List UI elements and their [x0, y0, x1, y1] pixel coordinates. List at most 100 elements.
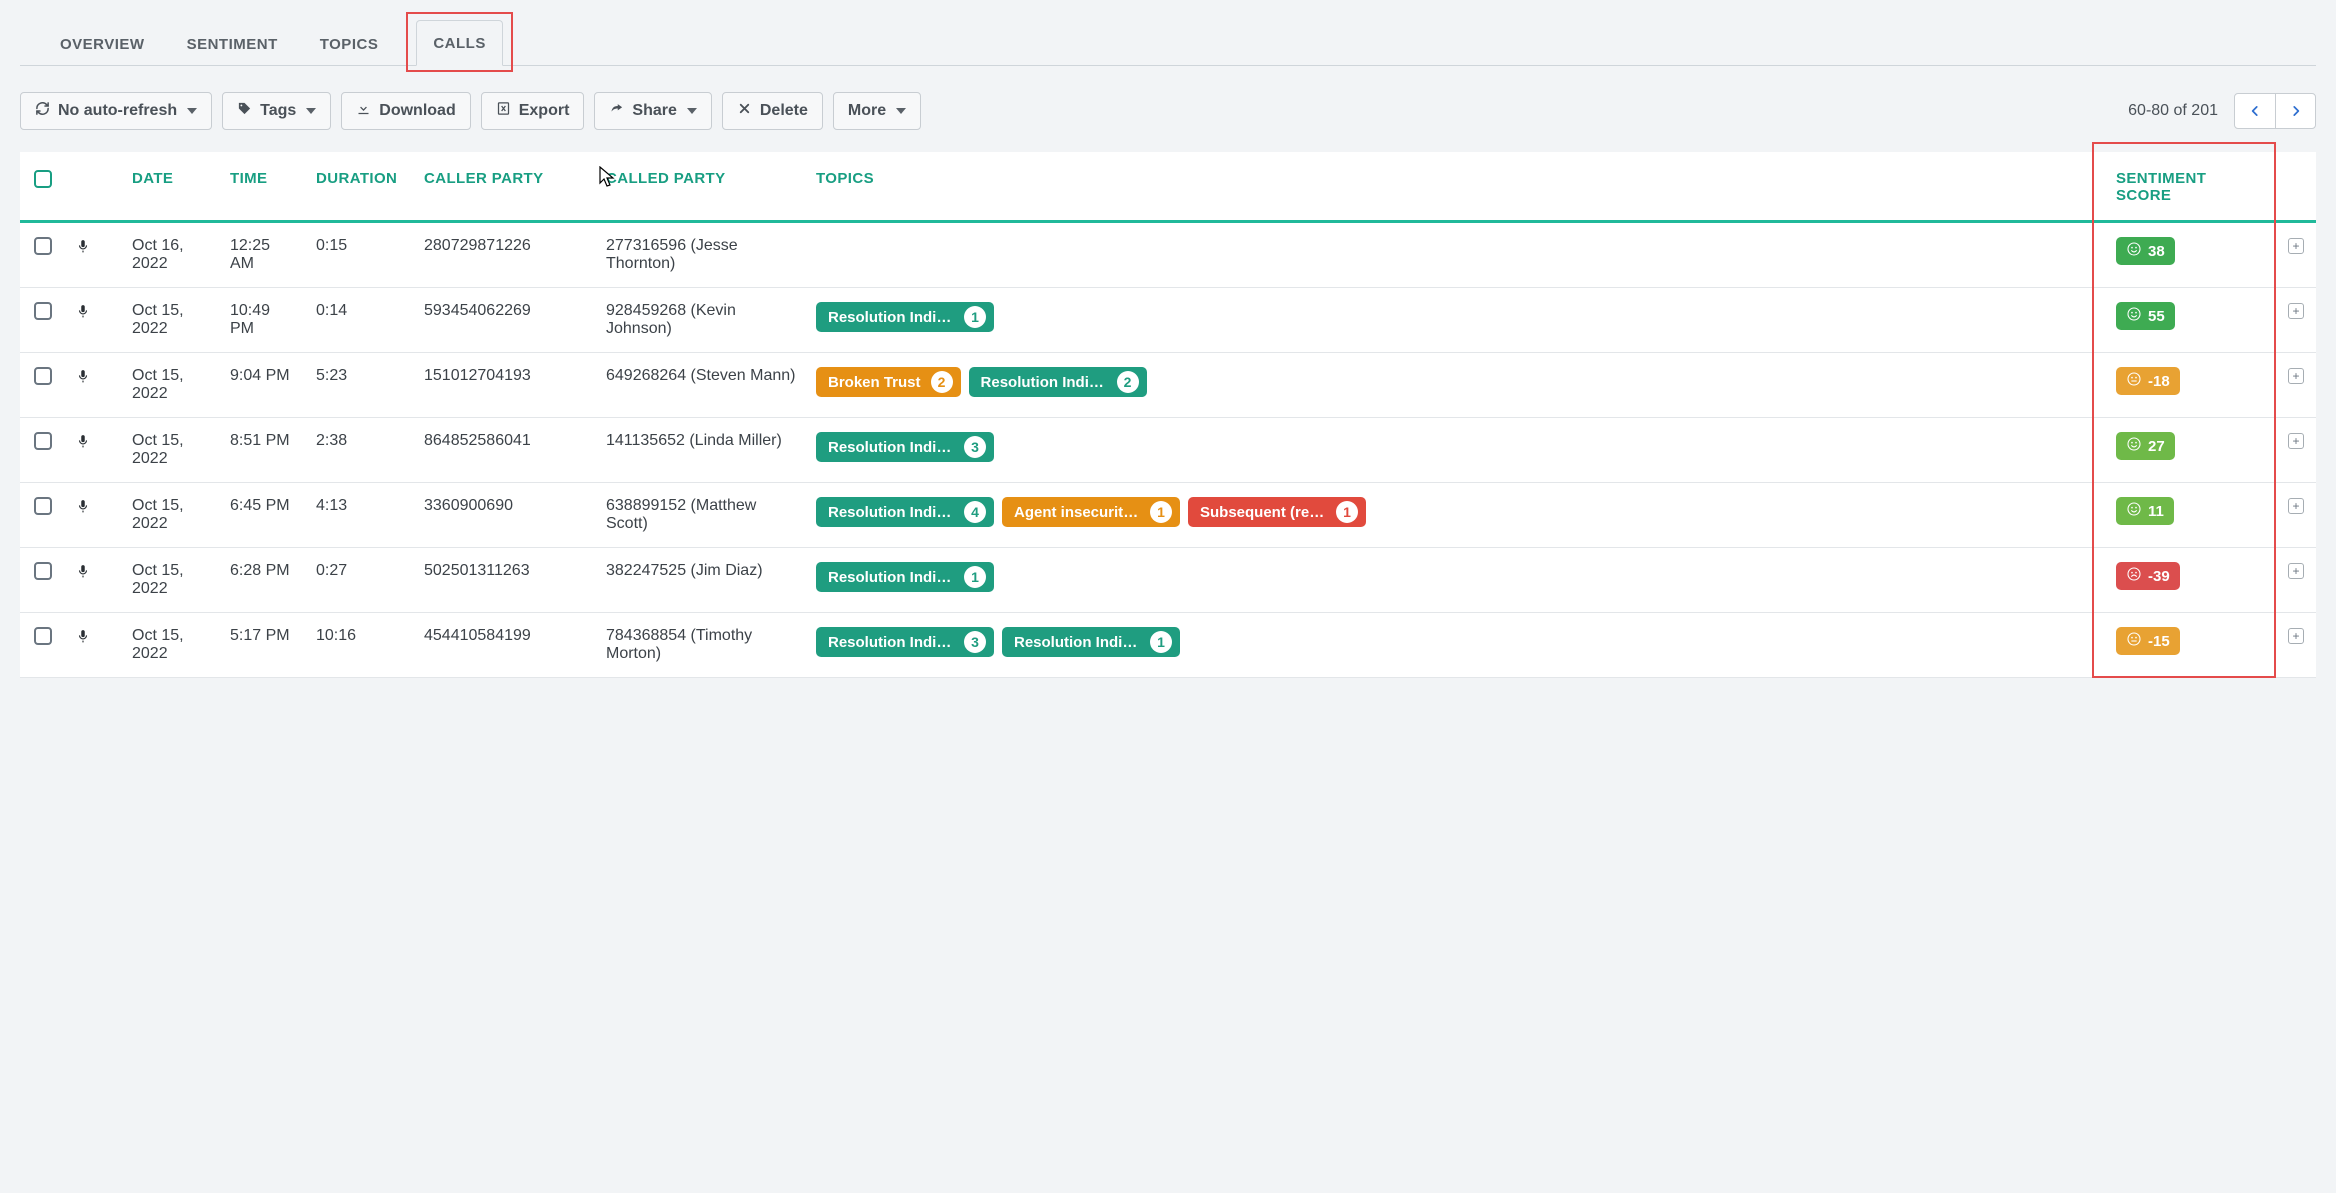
topic-badge[interactable]: Resolution Indic…3 — [816, 432, 994, 462]
expand-row-button[interactable]: + — [2288, 238, 2304, 254]
sentiment-pill[interactable]: -15 — [2116, 627, 2180, 655]
tab-topics[interactable]: TOPICS — [316, 22, 383, 65]
cell-called: 277316596 (Jesse Thornton) — [596, 222, 806, 288]
cell-time: 9:04 PM — [220, 353, 306, 418]
row-checkbox[interactable] — [34, 367, 52, 385]
expand-row-button[interactable]: + — [2288, 368, 2304, 384]
sentiment-pill[interactable]: 55 — [2116, 302, 2175, 330]
topic-count: 1 — [964, 566, 986, 588]
table-row[interactable]: Oct 16, 202212:25 AM0:152807298712262773… — [20, 222, 2316, 288]
microphone-icon[interactable] — [76, 242, 90, 259]
delete-button[interactable]: Delete — [722, 92, 823, 130]
col-topics[interactable]: TOPICS — [806, 152, 2106, 222]
pager-prev-button[interactable] — [2235, 94, 2275, 128]
microphone-icon[interactable] — [76, 307, 90, 324]
sentiment-face-icon — [2126, 241, 2142, 261]
microphone-icon[interactable] — [76, 632, 90, 649]
tags-button[interactable]: Tags — [222, 92, 331, 130]
tab-overview[interactable]: OVERVIEW — [56, 22, 149, 65]
table-row[interactable]: Oct 15, 20229:04 PM5:2315101270419364926… — [20, 353, 2316, 418]
topic-count: 1 — [964, 306, 986, 328]
topic-badge[interactable]: Resolution Indic…1 — [1002, 627, 1180, 657]
expand-row-button[interactable]: + — [2288, 303, 2304, 319]
cell-caller: 454410584199 — [414, 613, 596, 678]
table-row[interactable]: Oct 15, 20225:17 PM10:164544105841997843… — [20, 613, 2316, 678]
microphone-icon[interactable] — [76, 372, 90, 389]
topic-badge[interactable]: Resolution Indic…4 — [816, 497, 994, 527]
table-row[interactable]: Oct 15, 20226:28 PM0:2750250131126338224… — [20, 548, 2316, 613]
microphone-icon[interactable] — [76, 567, 90, 584]
topic-badge[interactable]: Agent insecuriti…1 — [1002, 497, 1180, 527]
download-button[interactable]: Download — [341, 92, 470, 130]
share-button[interactable]: Share — [594, 92, 711, 130]
topic-badge[interactable]: Resolution Indic…3 — [816, 627, 994, 657]
sentiment-face-icon — [2126, 436, 2142, 456]
caret-down-icon — [687, 108, 697, 114]
col-date[interactable]: DATE — [122, 152, 220, 222]
col-duration[interactable]: DURATION — [306, 152, 414, 222]
export-button[interactable]: Export — [481, 92, 585, 130]
topic-label: Resolution Indic… — [1014, 634, 1140, 651]
sentiment-face-icon — [2126, 631, 2142, 651]
tab-calls[interactable]: CALLS — [416, 20, 503, 66]
sentiment-pill[interactable]: 27 — [2116, 432, 2175, 460]
topic-count: 2 — [931, 371, 953, 393]
microphone-icon[interactable] — [76, 437, 90, 454]
sentiment-value: -15 — [2148, 633, 2170, 650]
row-checkbox[interactable] — [34, 302, 52, 320]
topic-badge[interactable]: Subsequent (repe…1 — [1188, 497, 1366, 527]
table-row[interactable]: Oct 15, 20226:45 PM4:1333609006906388991… — [20, 483, 2316, 548]
sentiment-pill[interactable]: -18 — [2116, 367, 2180, 395]
more-button[interactable]: More — [833, 92, 921, 130]
col-sentiment[interactable]: SENTIMENT SCORE — [2106, 152, 2276, 222]
sentiment-value: -39 — [2148, 568, 2170, 585]
cell-called: 141135652 (Linda Miller) — [596, 418, 806, 483]
topic-badge[interactable]: Broken Trust2 — [816, 367, 961, 397]
expand-row-button[interactable]: + — [2288, 498, 2304, 514]
microphone-icon[interactable] — [76, 502, 90, 519]
cell-duration: 0:14 — [306, 288, 414, 353]
tags-label: Tags — [260, 102, 296, 120]
sentiment-pill[interactable]: 38 — [2116, 237, 2175, 265]
caret-down-icon — [896, 108, 906, 114]
tab-sentiment[interactable]: SENTIMENT — [183, 22, 282, 65]
topic-label: Resolution Indic… — [828, 309, 954, 326]
cell-sentiment: 38 — [2106, 222, 2276, 288]
col-called[interactable]: CALLED PARTY — [596, 152, 806, 222]
table-row[interactable]: Oct 15, 20228:51 PM2:3886485258604114113… — [20, 418, 2316, 483]
col-caller[interactable]: CALLER PARTY — [414, 152, 596, 222]
row-checkbox[interactable] — [34, 497, 52, 515]
sentiment-pill[interactable]: 11 — [2116, 497, 2174, 525]
sentiment-value: 55 — [2148, 308, 2165, 325]
topic-badge[interactable]: Resolution Indic…2 — [969, 367, 1147, 397]
select-all-checkbox[interactable] — [34, 170, 52, 188]
download-icon — [356, 101, 371, 121]
cell-date: Oct 15, 2022 — [122, 483, 220, 548]
topic-badge[interactable]: Resolution Indic…1 — [816, 562, 994, 592]
row-checkbox[interactable] — [34, 627, 52, 645]
row-checkbox[interactable] — [34, 562, 52, 580]
table-row[interactable]: Oct 15, 202210:49 PM0:145934540622699284… — [20, 288, 2316, 353]
topic-badge[interactable]: Resolution Indic… 1 — [816, 302, 994, 332]
tabs-bar: OVERVIEW SENTIMENT TOPICS CALLS — [20, 16, 2316, 66]
export-label: Export — [519, 102, 570, 120]
row-checkbox[interactable] — [34, 237, 52, 255]
cell-duration: 4:13 — [306, 483, 414, 548]
expand-row-button[interactable]: + — [2288, 628, 2304, 644]
cell-duration: 5:23 — [306, 353, 414, 418]
col-time[interactable]: TIME — [220, 152, 306, 222]
cell-topics: Resolution Indic… 1 — [806, 288, 2106, 353]
cell-date: Oct 15, 2022 — [122, 548, 220, 613]
sentiment-face-icon — [2126, 501, 2142, 521]
topic-count: 1 — [1336, 501, 1358, 523]
cell-caller: 864852586041 — [414, 418, 596, 483]
pager-next-button[interactable] — [2275, 94, 2315, 128]
expand-row-button[interactable]: + — [2288, 563, 2304, 579]
expand-row-button[interactable]: + — [2288, 433, 2304, 449]
refresh-button[interactable]: No auto-refresh — [20, 92, 212, 130]
share-icon — [609, 101, 624, 121]
row-checkbox[interactable] — [34, 432, 52, 450]
sentiment-pill[interactable]: -39 — [2116, 562, 2180, 590]
cell-time: 10:49 PM — [220, 288, 306, 353]
cell-topics: Resolution Indic…1 — [806, 548, 2106, 613]
